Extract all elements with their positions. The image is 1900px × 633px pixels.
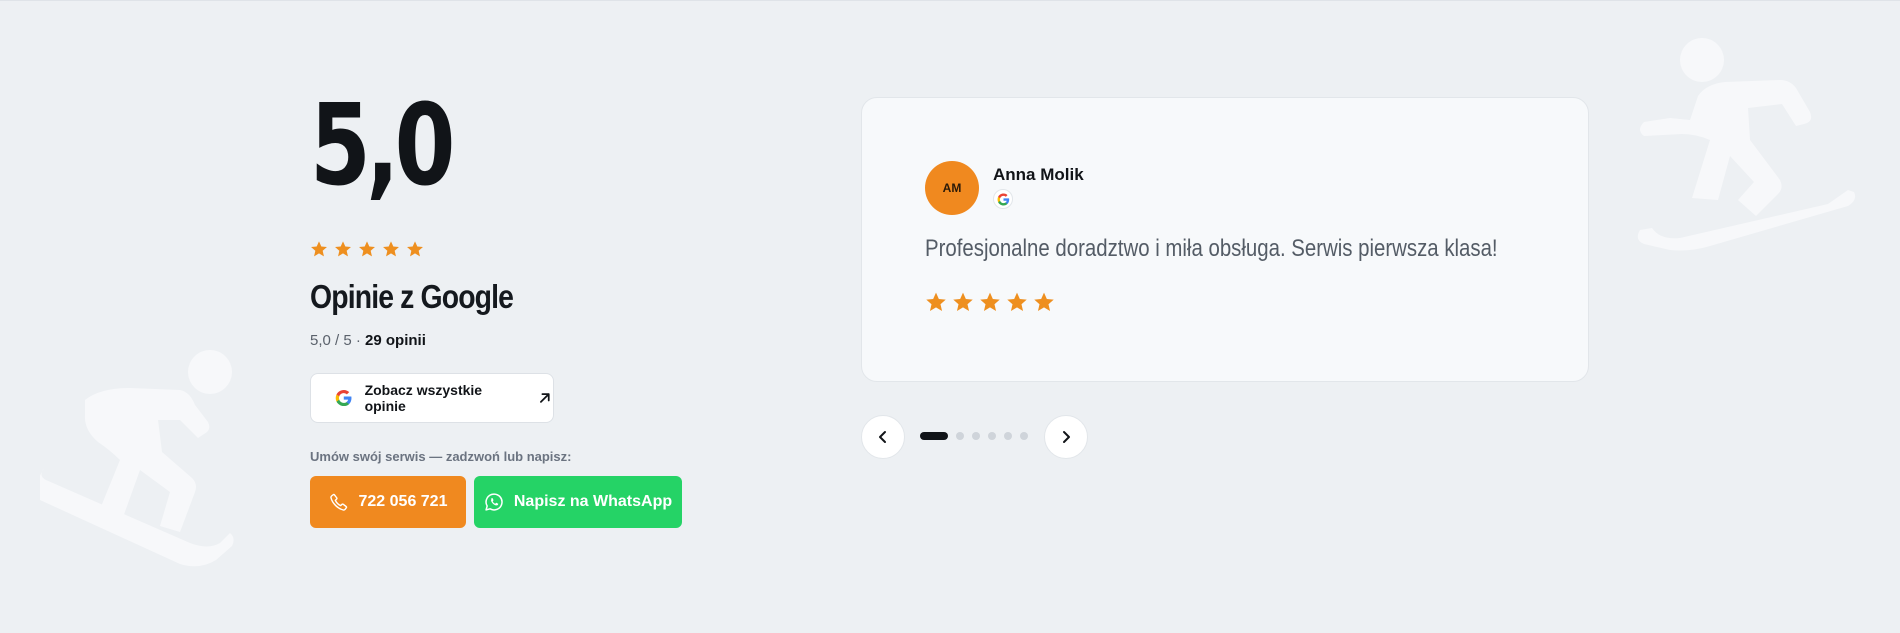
rating-stars [310, 240, 760, 260]
call-button-label: 722 056 721 [358, 493, 448, 510]
cta-label: Umów swój serwis — zadzwoń lub napisz: [310, 449, 572, 464]
rating-value: 5,0 [310, 81, 455, 211]
top-border [0, 0, 1900, 1]
star-icon [383, 241, 399, 257]
star-icon [980, 292, 1000, 311]
rating-out-of: 5,0 / 5 · [310, 332, 366, 349]
chevron-right-icon [1063, 431, 1070, 443]
star-icon [1007, 292, 1027, 311]
rating-summary-text: 5,0 / 5 · 29 opinii [310, 332, 760, 349]
whatsapp-button[interactable]: Napisz na WhatsApp [474, 476, 682, 528]
review-author: Anna Molik [993, 165, 1084, 184]
see-all-reviews-label: Zobacz wszystkie opinie [364, 382, 483, 414]
star-icon [335, 241, 351, 257]
google-icon [997, 193, 1009, 205]
previous-review-button[interactable] [861, 415, 905, 459]
carousel-dot[interactable] [956, 432, 964, 440]
whatsapp-icon [485, 493, 503, 511]
next-review-button[interactable] [1044, 415, 1088, 459]
arrow-up-right-icon [540, 393, 550, 403]
snowboarder-icon [1630, 30, 1860, 280]
star-icon [926, 292, 946, 311]
star-icon [311, 241, 327, 257]
chevron-left-icon [879, 431, 886, 443]
carousel-dot[interactable] [972, 432, 980, 440]
carousel-dot[interactable] [1020, 432, 1028, 440]
cta-buttons: 722 056 721 Napisz na WhatsApp [310, 476, 760, 528]
google-icon [335, 389, 352, 407]
snowboarder-icon [40, 350, 270, 590]
star-icon [953, 292, 973, 311]
see-all-reviews-button[interactable]: Zobacz wszystkie opinie [310, 373, 554, 423]
review-card: AM Anna Molik Profesjonalne doradztwo i … [861, 97, 1589, 382]
carousel-dot[interactable] [1004, 432, 1012, 440]
review-text: Profesjonalne doradztwo i miła obsługa. … [925, 235, 1498, 262]
star-icon [407, 241, 423, 257]
review-count: 29 opinii [365, 332, 426, 349]
star-icon [359, 241, 375, 257]
star-icon [1034, 292, 1054, 311]
carousel-dots [920, 432, 1028, 440]
carousel-dot[interactable] [920, 432, 948, 440]
avatar: AM [925, 161, 979, 215]
section-heading: Opinie z Google [310, 278, 514, 315]
phone-icon [329, 493, 347, 511]
whatsapp-button-label: Napisz na WhatsApp [513, 493, 673, 510]
google-badge [993, 189, 1013, 209]
call-button[interactable]: 722 056 721 [310, 476, 466, 528]
carousel-dot[interactable] [988, 432, 996, 440]
rating-summary: 5,0 Opinie z Google 5,0 / 5 · 29 opinii … [310, 90, 760, 528]
review-stars [925, 291, 1055, 313]
